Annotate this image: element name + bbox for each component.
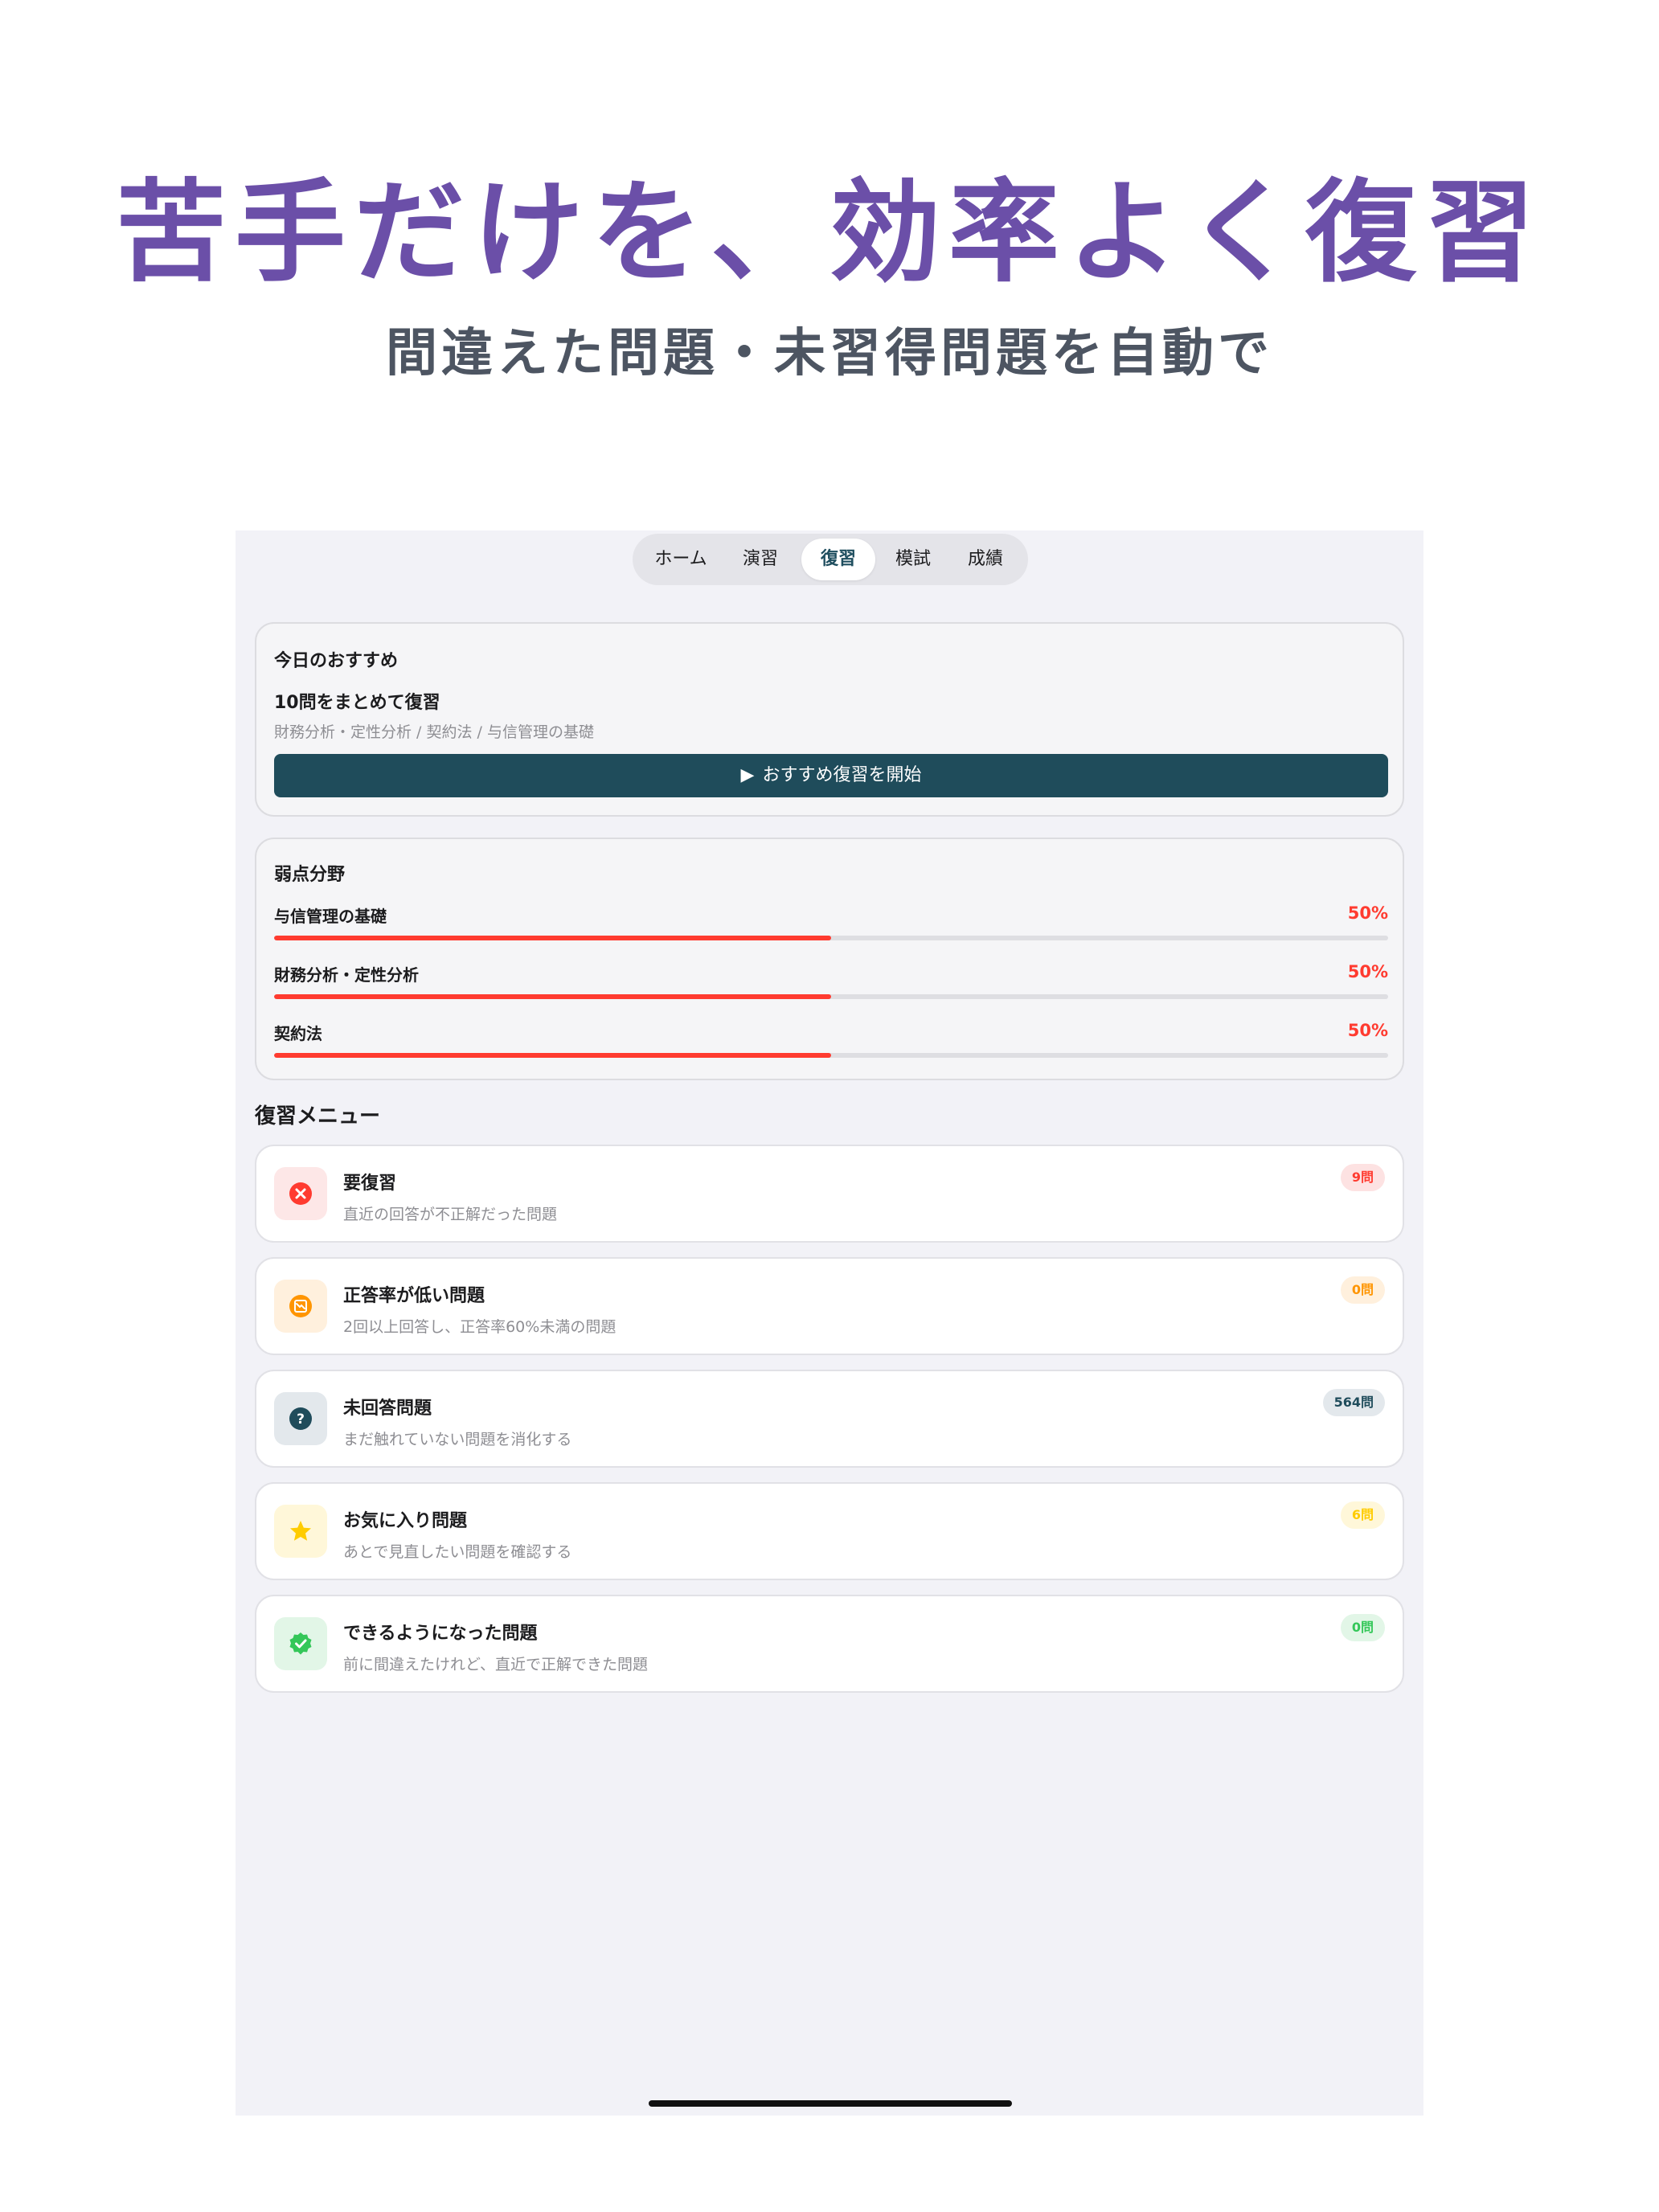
play-icon: ▶ xyxy=(740,765,755,785)
menu-item-description: まだ触れていない問題を消化する xyxy=(343,1431,572,1448)
weak-area-progress-track xyxy=(274,994,1388,999)
weak-area-progress-fill xyxy=(274,994,831,999)
weak-area-percent: 50% xyxy=(1347,1021,1388,1040)
menu-item-needs-review[interactable]: 要復習 直近の回答が不正解だった問題 9問 xyxy=(255,1145,1404,1243)
count-badge: 9問 xyxy=(1340,1164,1385,1191)
weak-area-progress-fill xyxy=(274,936,831,940)
recommend-heading: 今日のおすすめ xyxy=(274,651,399,671)
promo-headline: 苦手だけを、効率よく復習 xyxy=(115,168,1543,297)
menu-item-description: 前に間違えたけれど、直近で正解できた問題 xyxy=(343,1656,649,1673)
menu-item-title: 要復習 xyxy=(343,1174,397,1194)
review-menu-heading: 復習メニュー xyxy=(255,1104,381,1129)
menu-item-title: お気に入り問題 xyxy=(343,1511,468,1531)
count-badge: 564問 xyxy=(1322,1389,1385,1416)
weak-area-progress-fill xyxy=(274,1053,831,1058)
tab-practice[interactable]: 演習 xyxy=(724,539,797,580)
tab-mock-exam[interactable]: 模試 xyxy=(879,539,948,580)
recommend-title: 10問をまとめて復習 xyxy=(274,693,440,713)
start-button-label: おすすめ復習を開始 xyxy=(762,765,922,785)
weak-area-progress-track xyxy=(274,1053,1388,1058)
app-screen: ホーム 演習 復習 模試 成績 今日のおすすめ 10問をまとめて復習 財務分析・… xyxy=(236,530,1423,2116)
menu-item-description: 2回以上回答し、正答率60%未満の問題 xyxy=(343,1318,616,1336)
chart-down-icon xyxy=(289,1295,312,1317)
svg-text:?: ? xyxy=(297,1411,305,1428)
x-circle-icon xyxy=(289,1182,312,1205)
weak-area-progress-track xyxy=(274,936,1388,940)
menu-icon-box xyxy=(274,1617,327,1670)
home-indicator[interactable] xyxy=(649,2100,1012,2107)
question-circle-icon: ? xyxy=(289,1407,312,1430)
start-recommended-review-button[interactable]: ▶ おすすめ復習を開始 xyxy=(274,754,1388,797)
tab-bar: ホーム 演習 復習 模試 成績 xyxy=(633,534,1028,585)
menu-item-title: 未回答問題 xyxy=(343,1399,432,1419)
recommend-subtitle: 財務分析・定性分析 / 契約法 / 与信管理の基礎 xyxy=(274,723,594,741)
weak-area-row[interactable]: 与信管理の基礎 50% xyxy=(274,903,1388,952)
weak-area-name: 与信管理の基礎 xyxy=(274,907,387,926)
weak-area-name: 契約法 xyxy=(274,1024,322,1043)
star-icon xyxy=(290,1521,311,1541)
menu-icon-box xyxy=(274,1167,327,1220)
menu-item-mastered[interactable]: できるようになった問題 前に間違えたけれど、直近で正解できた問題 0問 xyxy=(255,1595,1404,1693)
tab-review[interactable]: 復習 xyxy=(801,539,875,580)
tab-results[interactable]: 成績 xyxy=(951,539,1020,580)
menu-icon-box xyxy=(274,1505,327,1558)
count-badge: 6問 xyxy=(1340,1501,1385,1529)
menu-icon-box xyxy=(274,1280,327,1333)
count-badge: 0問 xyxy=(1340,1614,1385,1641)
menu-item-unanswered[interactable]: ? 未回答問題 まだ触れていない問題を消化する 564問 xyxy=(255,1370,1404,1468)
menu-item-title: 正答率が低い問題 xyxy=(343,1286,485,1306)
menu-item-title: できるようになった問題 xyxy=(343,1624,538,1644)
weak-area-name: 財務分析・定性分析 xyxy=(274,965,419,985)
weak-areas-heading: 弱点分野 xyxy=(274,865,346,885)
menu-item-low-accuracy[interactable]: 正答率が低い問題 2回以上回答し、正答率60%未満の問題 0問 xyxy=(255,1257,1404,1355)
menu-icon-box: ? xyxy=(274,1392,327,1445)
weak-areas-card: 弱点分野 与信管理の基礎 50% 財務分析・定性分析 50% 契約法 50% xyxy=(255,838,1404,1080)
check-seal-icon xyxy=(289,1632,312,1655)
promo-subline: 間違えた問題・未習得問題を自動で xyxy=(386,324,1273,383)
recommend-card: 今日のおすすめ 10問をまとめて復習 財務分析・定性分析 / 契約法 / 与信管… xyxy=(255,622,1404,817)
weak-area-percent: 50% xyxy=(1347,962,1388,981)
weak-area-row[interactable]: 契約法 50% xyxy=(274,1021,1388,1069)
weak-area-percent: 50% xyxy=(1347,903,1388,923)
menu-item-description: 直近の回答が不正解だった問題 xyxy=(343,1206,558,1223)
menu-item-favorites[interactable]: お気に入り問題 あとで見直したい問題を確認する 6問 xyxy=(255,1482,1404,1580)
weak-area-row[interactable]: 財務分析・定性分析 50% xyxy=(274,962,1388,1010)
menu-item-description: あとで見直したい問題を確認する xyxy=(343,1543,572,1561)
count-badge: 0問 xyxy=(1340,1276,1385,1304)
tab-home[interactable]: ホーム xyxy=(642,539,719,580)
